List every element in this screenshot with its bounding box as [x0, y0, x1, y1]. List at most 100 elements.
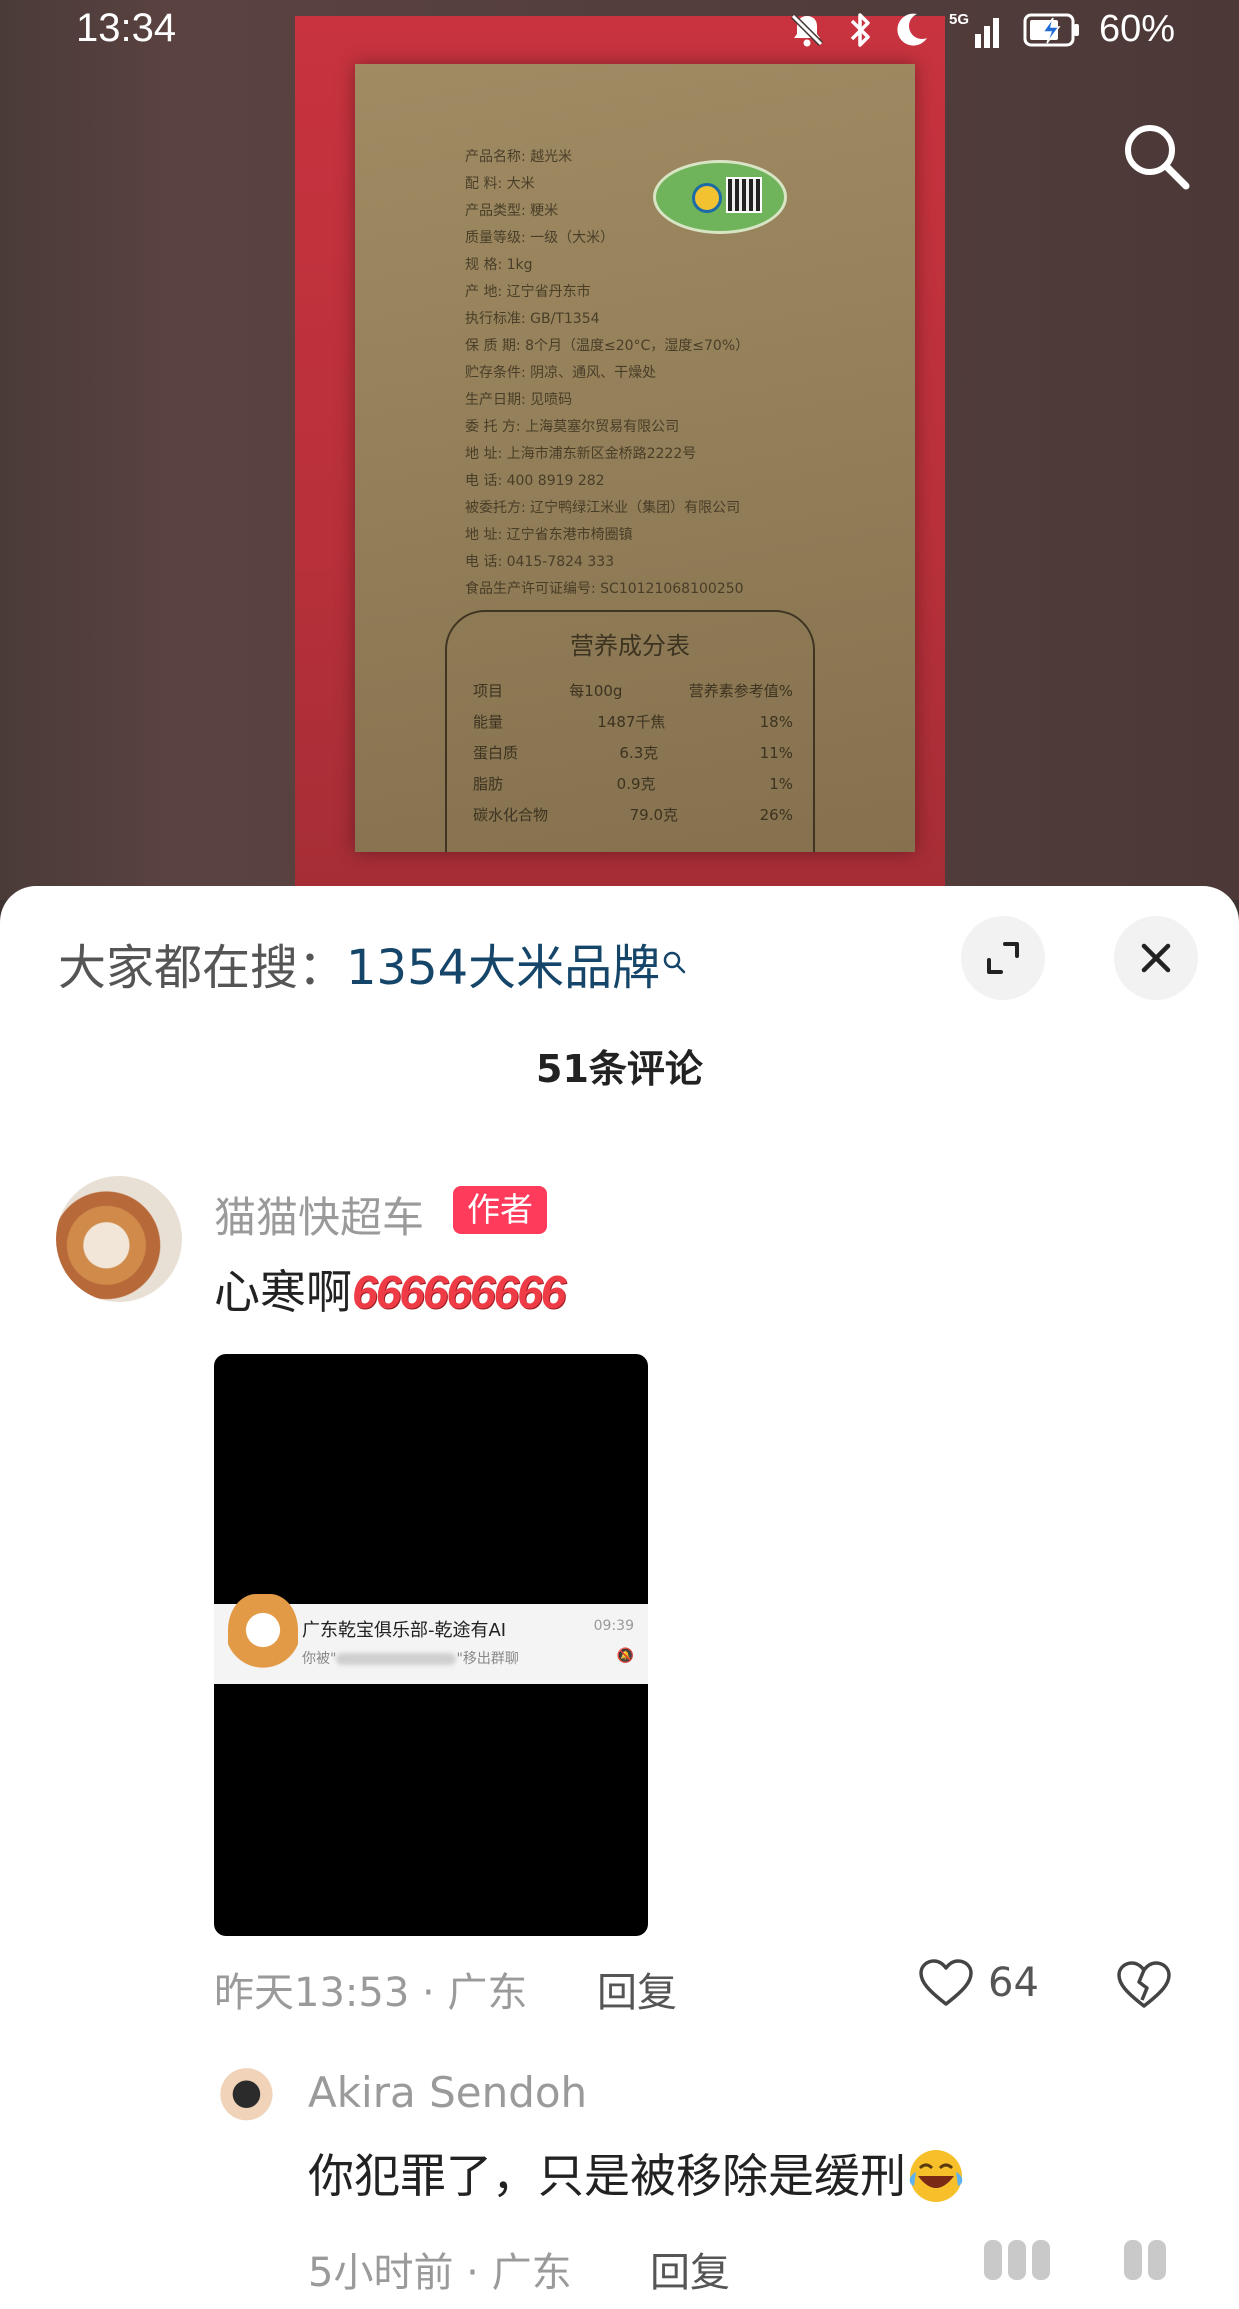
nutrition-row: 能量 1487千焦 18%: [473, 707, 793, 738]
comment-username[interactable]: 猫猫快超车: [214, 1184, 424, 1245]
moon-icon: [897, 13, 927, 46]
mute-icon: [790, 13, 824, 46]
comment-text-main: 你犯罪了，只是被移除是缓刑: [308, 2149, 906, 2203]
emoji-666: 666666666: [352, 1266, 566, 1318]
like-count: 64: [988, 1960, 1039, 2006]
hot-search-prefix: 大家都在搜：: [58, 940, 347, 996]
nutrition-row: 碳水化合物 79.0克 26%: [473, 800, 793, 831]
label-line: 执行标准: GB/T1354: [465, 311, 600, 327]
reply-button[interactable]: 回复: [597, 1960, 677, 2018]
label-line: 贮存条件: 阴凉、通风、干燥处: [465, 365, 657, 381]
rice-package-photo: 产品名称: 越光米配 料: 大米 产品类型: 粳米 质量等级: 一级（大米）规 格:…: [355, 64, 915, 852]
partial-icon: [1032, 2240, 1050, 2280]
expand-icon: [987, 942, 1019, 974]
label-line: 食品生产许可证编号: SC10121068100250: [465, 581, 744, 597]
nutrition-cell: 脂肪: [473, 775, 504, 793]
heart-icon: [919, 1959, 973, 2006]
nutrition-cell: 26%: [759, 806, 793, 824]
nutrition-cell: 1487千焦: [597, 713, 666, 731]
dog-avatar-icon: [228, 1594, 298, 1684]
nutrition-cell: 11%: [759, 744, 793, 762]
status-bar: 13:34 5G 60%: [0, 0, 1239, 60]
hot-search[interactable]: 大家都在搜：1354大米品牌: [58, 928, 688, 998]
search-icon: [662, 932, 688, 988]
notification-time: 09:39: [593, 1618, 634, 1634]
svg-text:5G: 5G: [949, 11, 969, 28]
comment-time-location: 昨天13:53 · 广东: [214, 1970, 528, 2016]
partial-icon: [1008, 2240, 1026, 2280]
notification-title: 广东乾宝俱乐部-乾途有AI: [302, 1620, 507, 1641]
nutrition-cell: 项目: [473, 682, 504, 700]
hot-search-query[interactable]: 1354大米品牌: [346, 940, 660, 996]
nutrition-cell: 18%: [759, 713, 793, 731]
label-line: 保 质 期: 8个月（温度≤20°C，湿度≤70%）: [465, 338, 750, 354]
partial-icon: [1148, 2240, 1166, 2280]
nutrition-cell: 能量: [473, 713, 504, 731]
label-line: 被委托方: 辽宁鸭绿江米业（集团）有限公司: [465, 500, 741, 516]
blurred-name: [336, 1653, 457, 1665]
partial-icon: [1124, 2240, 1142, 2280]
bluetooth-icon: [850, 12, 870, 47]
certification-seal: [653, 160, 787, 234]
like-button[interactable]: 64: [918, 1958, 1039, 2008]
comment-count: 51条评论: [536, 1047, 703, 1091]
video-player[interactable]: 产品名称: 越光米配 料: 大米 产品类型: 粳米 质量等级: 一级（大米）规 格:…: [0, 0, 1239, 900]
nutrition-rows: 项目 每100g 营养素参考值% 能量 1487千焦 18% 蛋白质 6.3克 11% 脂肪 0.9…: [473, 676, 793, 831]
label-line: 质量等级: 一级（大米）: [465, 230, 615, 246]
partial-icon-row: [984, 2240, 1050, 2280]
close-icon: [1141, 943, 1171, 973]
nutrition-cell: 每100g: [569, 682, 623, 700]
comment-text: 心寒啊666666666: [214, 1256, 566, 1322]
comment-sheet: 大家都在搜：1354大米品牌 51条评论 猫猫快超车 作者 心寒啊6666666…: [0, 886, 1239, 2309]
label-line: 地 址: 上海市浦东新区金桥路2222号: [465, 446, 697, 462]
label-line: 规 格: 1kg: [465, 257, 533, 273]
nutrition-cell: 蛋白质: [473, 744, 519, 762]
comment-text: 你犯罪了，只是被移除是缓刑: [308, 2140, 968, 2206]
reply-button[interactable]: 回复: [650, 2240, 730, 2298]
seal-qr-code: [726, 177, 762, 213]
notification-body-prefix: 你被": [302, 1651, 337, 1667]
partial-icon-row: [1124, 2240, 1166, 2280]
battery-icon: [1023, 13, 1079, 46]
nutrition-row: 脂肪 0.9克 1%: [473, 769, 793, 800]
label-line: 委 托 方: 上海莫塞尔贸易有限公司: [465, 419, 680, 435]
signal-icon: 5G: [949, 11, 999, 48]
comment-text-main: 心寒啊: [214, 1265, 352, 1319]
comment-image[interactable]: 广东乾宝俱乐部-乾途有AI 09:39 你被" "移出群聊 🔕: [214, 1354, 648, 1936]
nutrition-cell: 碳水化合物: [473, 806, 549, 824]
nutrition-row: 项目 每100g 营养素参考值%: [473, 676, 793, 707]
author-badge: 作者: [453, 1186, 547, 1234]
dislike-button[interactable]: [1116, 1960, 1172, 2014]
notification-screenshot: 广东乾宝俱乐部-乾途有AI 09:39 你被" "移出群聊 🔕: [214, 1594, 648, 1684]
seal-logo: [692, 183, 722, 213]
nutrition-cell: 0.9克: [616, 775, 656, 793]
status-time: 13:34: [76, 6, 177, 50]
avatar[interactable]: [209, 2064, 281, 2136]
close-button[interactable]: [1114, 916, 1198, 1000]
nutrition-cell: 1%: [769, 775, 793, 793]
nutrition-title: 营养成分表: [570, 632, 690, 660]
label-line: 生产日期: 见喷码: [465, 392, 573, 408]
label-line: 电 话: 400 8919 282: [465, 473, 605, 489]
laughing-emoji-icon: [909, 2150, 963, 2202]
avatar[interactable]: [56, 1176, 182, 1302]
label-line: 产品名称: 越光米: [465, 149, 573, 165]
status-icons: 5G 60%: [787, 8, 1175, 51]
nutrition-cell: 6.3克: [619, 744, 659, 762]
search-icon: [1125, 125, 1190, 190]
label-line: 电 话: 0415-7824 333: [465, 554, 615, 570]
search-button[interactable]: [1118, 118, 1194, 194]
notification-body-suffix: "移出群聊: [456, 1651, 519, 1667]
broken-heart-icon: [1117, 1961, 1171, 2008]
nutrition-row: 蛋白质 6.3克 11%: [473, 738, 793, 769]
nutrition-cell: 营养素参考值%: [688, 682, 793, 700]
label-line: 地 址: 辽宁省东港市椅圈镇: [465, 527, 633, 543]
expand-button[interactable]: [961, 916, 1045, 1000]
comment-username[interactable]: Akira Sendoh: [308, 2068, 587, 2117]
notification-body: 你被" "移出群聊: [302, 1648, 519, 1668]
partial-icon: [984, 2240, 1002, 2280]
nutrition-cell: 79.0克: [629, 806, 679, 824]
comment-time-location: 5小时前 · 广东: [308, 2250, 572, 2296]
label-line: 产 地: 辽宁省丹东市: [465, 284, 591, 300]
battery-percent: 60%: [1098, 8, 1175, 50]
